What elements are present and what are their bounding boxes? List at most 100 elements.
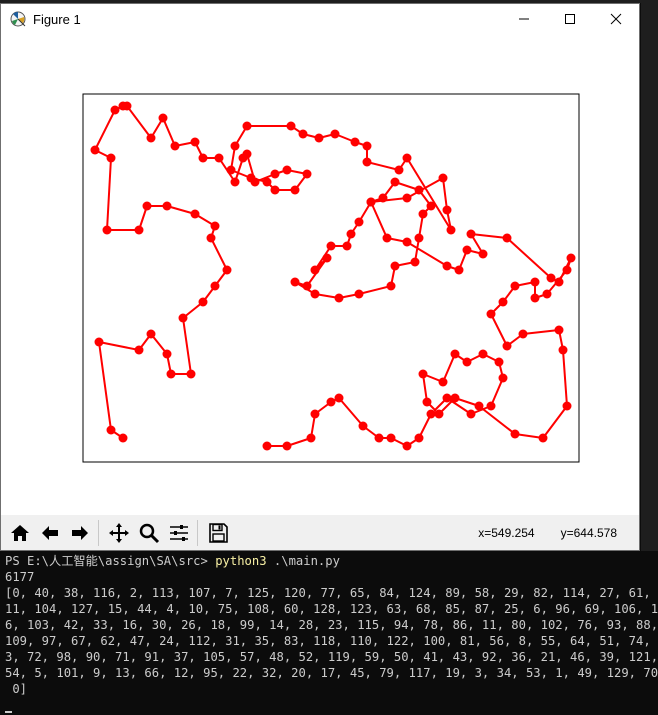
city-point (170, 141, 180, 151)
city-point (106, 153, 116, 163)
city-point (102, 225, 112, 235)
city-point (330, 129, 340, 139)
city-point (262, 441, 272, 451)
terminal-output-line: 0] (5, 682, 28, 696)
city-point (226, 165, 236, 175)
terminal-output-line: 6, 103, 42, 33, 16, 30, 26, 18, 99, 14, … (5, 618, 658, 632)
city-point (386, 433, 396, 443)
city-point (286, 121, 296, 131)
city-point (134, 225, 144, 235)
save-icon (209, 522, 228, 543)
axes-frame (82, 93, 580, 463)
city-point (230, 141, 240, 151)
city-point (454, 265, 464, 275)
city-point (462, 357, 472, 367)
city-point (422, 397, 432, 407)
city-point (310, 265, 320, 275)
city-point (542, 289, 552, 299)
city-point (302, 281, 312, 291)
figure-window: Figure 1 x=549.254 y=644.578 (0, 3, 640, 551)
minimize-button[interactable] (501, 4, 547, 34)
title-bar[interactable]: Figure 1 (1, 4, 639, 34)
city-point (394, 165, 404, 175)
city-point (366, 197, 376, 207)
city-point (94, 337, 104, 347)
city-point (402, 153, 412, 163)
city-point (450, 349, 460, 359)
city-point (298, 129, 308, 139)
terminal-output-line: [0, 40, 38, 116, 2, 113, 107, 7, 125, 12… (5, 586, 658, 600)
city-point (390, 177, 400, 187)
city-point (178, 313, 188, 323)
city-point (230, 177, 240, 187)
city-point (426, 201, 436, 211)
city-point (282, 441, 292, 451)
city-point (566, 253, 576, 263)
forward-button[interactable] (66, 519, 94, 547)
city-point (326, 397, 336, 407)
terminal-output-line: 109, 97, 67, 62, 47, 24, 112, 31, 35, 83… (5, 634, 658, 648)
cursor-x-readout: x=549.254 (478, 525, 535, 540)
city-point (362, 141, 372, 151)
city-point (186, 369, 196, 379)
tour-plot[interactable] (1, 34, 639, 514)
zoom-button[interactable] (135, 519, 163, 547)
city-point (386, 281, 396, 291)
city-point (334, 293, 344, 303)
city-point (110, 105, 120, 115)
pan-button[interactable] (105, 519, 133, 547)
city-point (146, 133, 156, 143)
toolbar-separator (98, 519, 99, 546)
maximize-button[interactable] (547, 4, 593, 34)
toolbar-separator (197, 519, 198, 546)
save-button[interactable] (204, 519, 232, 547)
city-point (122, 101, 132, 111)
command-keyword: python3 (215, 554, 267, 568)
city-point (546, 273, 556, 283)
matplotlib-app-icon (10, 11, 26, 27)
terminal-prompt: PS E:\人工智能\assign\SA\src> (5, 554, 216, 568)
terminal-panel[interactable]: PS E:\人工智能\assign\SA\src> python3 .\main… (0, 551, 658, 715)
city-point (106, 425, 116, 435)
city-point (390, 261, 400, 271)
city-point (410, 257, 420, 267)
terminal-command-line: PS E:\人工智能\assign\SA\src> python3 .\main… (5, 553, 658, 569)
city-point (498, 373, 508, 383)
city-point (210, 221, 220, 231)
city-point (486, 309, 496, 319)
city-point (354, 289, 364, 299)
city-point (222, 265, 232, 275)
city-point (538, 433, 548, 443)
city-point (302, 169, 312, 179)
city-point (402, 237, 412, 247)
city-point (142, 201, 152, 211)
terminal-output-line: 11, 104, 127, 15, 44, 4, 10, 75, 108, 60… (5, 602, 658, 616)
city-point (362, 157, 372, 167)
city-point (146, 329, 156, 339)
terminal-cursor-line (5, 697, 658, 713)
back-button[interactable] (36, 519, 64, 547)
city-point (554, 277, 564, 287)
city-point (466, 409, 476, 419)
city-point (306, 433, 316, 443)
city-point (190, 137, 200, 147)
city-point (242, 121, 252, 131)
terminal-output-line: 6177 (5, 570, 35, 584)
city-point (290, 185, 300, 195)
city-point (414, 233, 424, 243)
city-point (334, 393, 344, 403)
city-point (158, 113, 168, 123)
configure-subplots-button[interactable] (165, 519, 193, 547)
city-point (442, 261, 452, 271)
city-point (270, 169, 280, 179)
city-point (562, 265, 572, 275)
city-point (510, 429, 520, 439)
figure-canvas[interactable] (1, 34, 639, 514)
city-point (442, 205, 452, 215)
home-button[interactable] (6, 519, 34, 547)
city-point (326, 241, 336, 251)
close-button[interactable] (593, 4, 639, 34)
city-point (190, 209, 200, 219)
city-point (554, 325, 564, 335)
city-point (438, 173, 448, 183)
